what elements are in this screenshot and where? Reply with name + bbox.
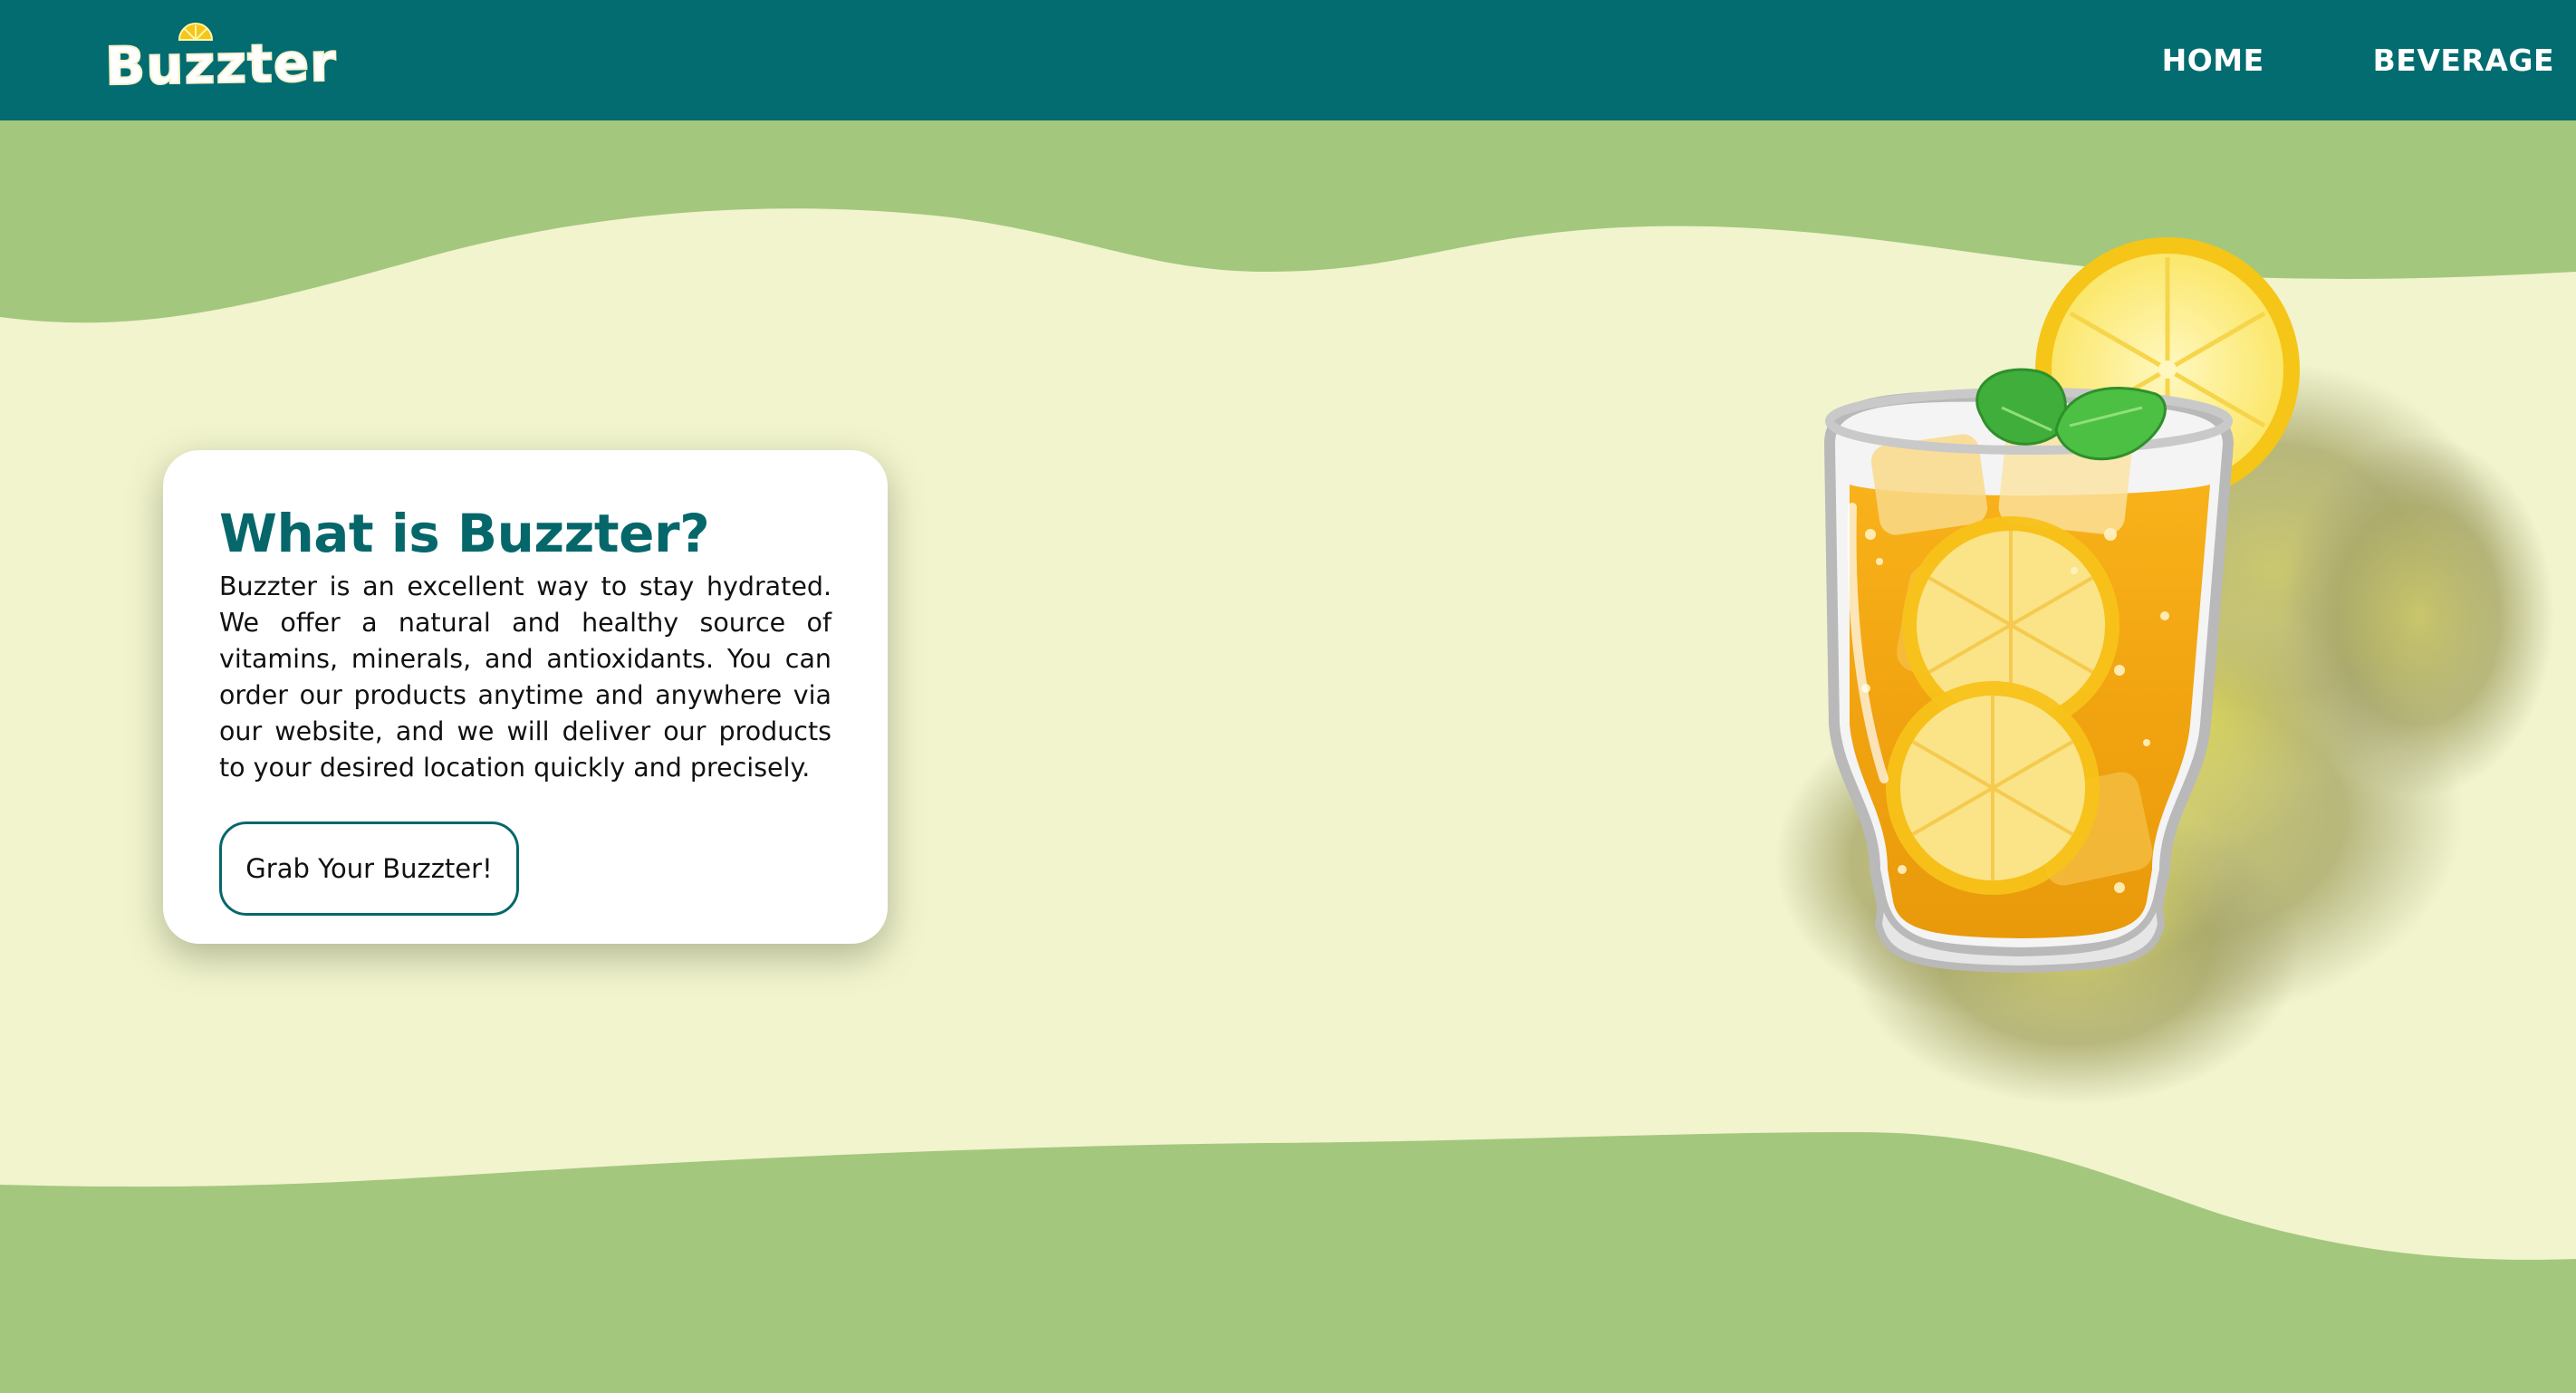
brand-logo[interactable]: Buzzter — [101, 22, 338, 98]
nav-beverage[interactable]: BEVERAGE — [2373, 43, 2554, 78]
card-description: Buzzter is an excellent way to stay hydr… — [219, 571, 831, 783]
page: Buzzter HOME BEVERAGE What is Buzzter? B… — [0, 0, 2576, 1393]
about-card: What is Buzzter? Buzzter is an excellent… — [163, 450, 888, 944]
grab-buzzter-button[interactable]: Grab Your Buzzter! — [219, 821, 519, 916]
site-header: Buzzter HOME BEVERAGE — [0, 0, 2576, 120]
main-nav: HOME BEVERAGE — [2162, 0, 2576, 120]
card-title: What is Buzzter? — [219, 503, 710, 564]
logo-text: Buzzter — [103, 31, 338, 98]
iced-lemon-tea-illustration — [1775, 237, 2554, 1105]
nav-home[interactable]: HOME — [2162, 43, 2264, 78]
